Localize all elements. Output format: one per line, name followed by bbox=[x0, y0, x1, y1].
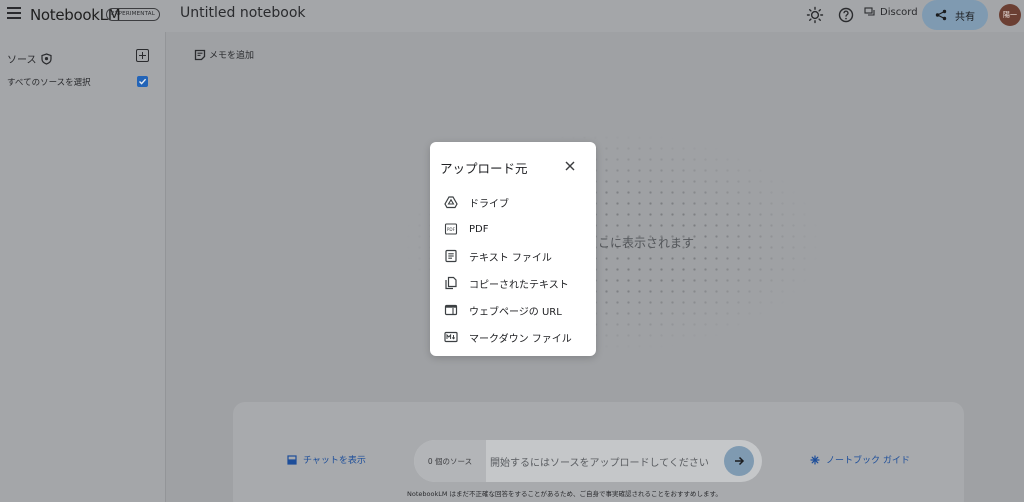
share-button[interactable]: 共有 bbox=[922, 0, 988, 30]
upload-option-label: マークダウン ファイル bbox=[469, 333, 572, 345]
upload-option-label: PDF bbox=[469, 223, 489, 235]
send-button[interactable] bbox=[724, 446, 754, 476]
notebook-guide-label: ノートブック ガイド bbox=[826, 456, 910, 466]
upload-option-label: ウェブページの URL bbox=[469, 306, 562, 318]
discord-link[interactable]: Discord bbox=[864, 6, 918, 18]
upload-option-pdf[interactable]: PDF PDF bbox=[444, 220, 488, 238]
top-bar: NotebookLM EXPERIMENTAL Untitled noteboo… bbox=[0, 0, 1024, 32]
text-file-icon bbox=[444, 249, 458, 263]
sources-sidebar: ソース すべてのソースを選択 bbox=[0, 32, 166, 502]
chat-input[interactable]: 開始するにはソースをアップロードしてください bbox=[490, 454, 720, 468]
notebook-title[interactable]: Untitled notebook bbox=[180, 5, 306, 21]
arrow-right-icon bbox=[735, 456, 745, 466]
copy-icon bbox=[444, 276, 458, 290]
select-all-checkbox[interactable] bbox=[137, 76, 148, 87]
select-all-label: すべてのソースを選択 bbox=[7, 78, 91, 88]
pdf-icon: PDF bbox=[444, 222, 458, 236]
show-chat-button[interactable]: チャットを表示 bbox=[287, 453, 366, 466]
discord-label: Discord bbox=[880, 6, 918, 18]
upload-option-markdown[interactable]: マークダウン ファイル bbox=[444, 328, 572, 346]
menu-icon[interactable] bbox=[7, 7, 21, 19]
show-chat-label: チャットを表示 bbox=[303, 456, 366, 466]
checkmark-icon bbox=[139, 78, 147, 85]
upload-option-label: ドライブ bbox=[469, 198, 509, 210]
upload-option-copied-text[interactable]: コピーされたテキスト bbox=[444, 274, 569, 292]
dialog-title: アップロード元 bbox=[440, 161, 528, 176]
markdown-icon bbox=[444, 330, 458, 344]
chat-bubbles-icon bbox=[864, 7, 875, 16]
sparkle-icon bbox=[810, 454, 820, 465]
sources-title: ソース bbox=[7, 55, 37, 66]
add-source-button[interactable] bbox=[136, 49, 149, 62]
chat-input-bar: 0 個のソース 開始するにはソースをアップロードしてください bbox=[414, 440, 762, 482]
upload-option-text-file[interactable]: テキスト ファイル bbox=[444, 247, 552, 265]
note-add-icon bbox=[194, 49, 206, 60]
experimental-badge: EXPERIMENTAL bbox=[106, 8, 160, 21]
web-icon bbox=[444, 303, 458, 317]
close-icon[interactable] bbox=[564, 160, 576, 172]
sources-header: ソース bbox=[7, 51, 52, 66]
shield-icon bbox=[40, 52, 52, 65]
upload-source-dialog: アップロード元 ドライブ PDF PDF テキスト ファイル コピーされたテキス… bbox=[430, 142, 596, 356]
upload-option-label: コピーされたテキスト bbox=[469, 279, 569, 291]
add-memo-button[interactable]: メモを追加 bbox=[194, 48, 254, 61]
chat-panel: チャットを表示 0 個のソース 開始するにはソースをアップロードしてください ノ… bbox=[233, 402, 964, 502]
share-icon bbox=[935, 9, 947, 21]
share-label: 共有 bbox=[955, 11, 975, 23]
source-count-chip: 0 個のソース bbox=[414, 440, 486, 482]
add-memo-label: メモを追加 bbox=[209, 51, 255, 61]
notebook-guide-button[interactable]: ノートブック ガイド bbox=[810, 453, 910, 466]
upload-option-drive[interactable]: ドライブ bbox=[444, 193, 509, 211]
upload-option-web-url[interactable]: ウェブページの URL bbox=[444, 301, 562, 319]
help-icon[interactable] bbox=[837, 6, 855, 24]
upload-option-label: テキスト ファイル bbox=[469, 252, 552, 264]
empty-state-text: こに表示されます bbox=[598, 236, 695, 250]
drive-icon bbox=[444, 195, 458, 209]
svg-text:PDF: PDF bbox=[447, 227, 456, 232]
chat-panel-icon bbox=[287, 454, 297, 465]
disclaimer-text: NotebookLM はまだ不正確な回答をすることがあるため、ご自身で事実確認さ… bbox=[407, 490, 722, 498]
theme-toggle-icon[interactable] bbox=[806, 6, 824, 24]
avatar[interactable]: 陽一 bbox=[999, 4, 1021, 26]
